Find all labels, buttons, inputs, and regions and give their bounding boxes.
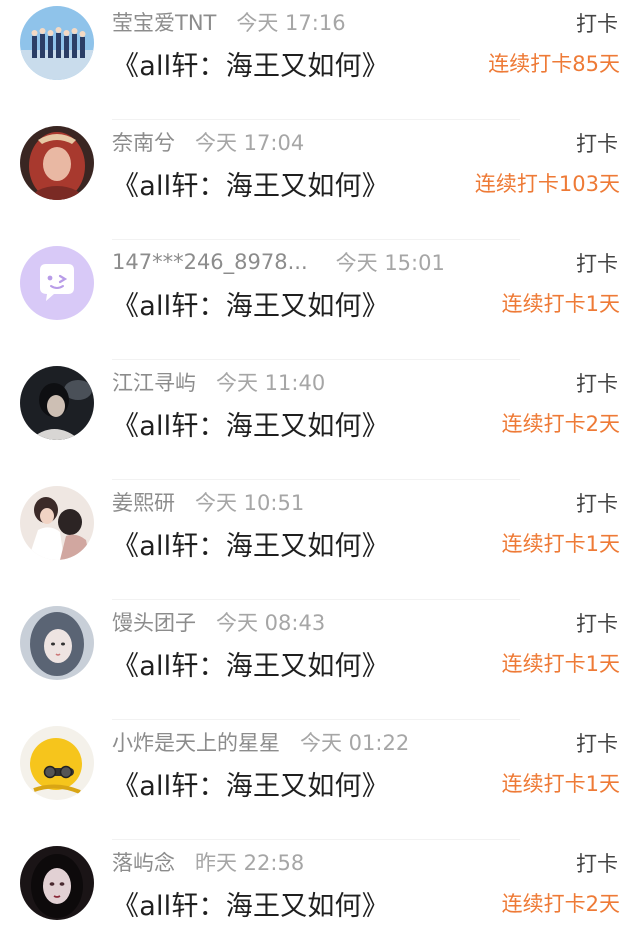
list-item[interactable]: 小炸是天上的星星 今天 01:22 《all轩：海王又如何》 打卡 连续打卡1天 [0, 720, 640, 840]
username[interactable]: 落屿念 [112, 847, 175, 877]
red-hair-girl-avatar[interactable] [20, 126, 94, 200]
timestamp: 今天 01:22 [300, 731, 410, 755]
book-title[interactable]: 《all轩：海王又如何》 [112, 284, 389, 323]
checkin-label: 打卡 [576, 132, 618, 156]
couple-illustration-avatar[interactable] [20, 486, 94, 560]
timestamp: 昨天 22:58 [195, 851, 305, 875]
dark-portrait-avatar[interactable] [20, 366, 94, 440]
book-title[interactable]: 《all轩：海王又如何》 [112, 644, 389, 683]
list-item[interactable]: 奈南兮 今天 17:04 《all轩：海王又如何》 打卡 连续打卡103天 [0, 120, 640, 240]
book-title[interactable]: 《all轩：海王又如何》 [112, 44, 389, 83]
list-item[interactable]: 江江寻屿 今天 11:40 《all轩：海王又如何》 打卡 连续打卡2天 [0, 360, 640, 480]
book-title[interactable]: 《all轩：海王又如何》 [112, 764, 389, 803]
username[interactable]: 姜熙研 [112, 487, 175, 517]
group-photo-avatar[interactable] [20, 6, 94, 80]
timestamp: 今天 15:01 [335, 251, 445, 275]
streak-count: 连续打卡2天 [501, 892, 620, 916]
checkin-label: 打卡 [576, 492, 618, 516]
item-meta: 落屿念 昨天 22:58 [112, 846, 304, 878]
streak-count: 连续打卡1天 [501, 772, 620, 796]
username[interactable]: 奈南兮 [112, 127, 175, 157]
book-title[interactable]: 《all轩：海王又如何》 [112, 884, 389, 923]
list-item[interactable]: 莹宝爱TNT 今天 17:16 《all轩：海王又如何》 打卡 连续打卡85天 [0, 0, 640, 120]
streak-count: 连续打卡2天 [501, 412, 620, 436]
timestamp: 今天 08:43 [216, 611, 326, 635]
list-item[interactable]: 馒头团子 今天 08:43 《all轩：海王又如何》 打卡 连续打卡1天 [0, 600, 640, 720]
default-chat-avatar[interactable] [20, 246, 94, 320]
item-meta: 小炸是天上的星星 今天 01:22 [112, 726, 409, 758]
streak-count: 连续打卡103天 [474, 172, 620, 196]
timestamp: 今天 17:04 [195, 131, 305, 155]
username[interactable]: 馒头团子 [112, 607, 196, 637]
book-title[interactable]: 《all轩：海王又如何》 [112, 404, 389, 443]
book-title[interactable]: 《all轩：海王又如何》 [112, 524, 389, 563]
checkin-list: 莹宝爱TNT 今天 17:16 《all轩：海王又如何》 打卡 连续打卡85天 … [0, 0, 640, 942]
item-meta: 莹宝爱TNT 今天 17:16 [112, 6, 346, 38]
username[interactable]: 江江寻屿 [112, 367, 196, 397]
streak-count: 连续打卡1天 [501, 652, 620, 676]
list-item[interactable]: 姜熙研 今天 10:51 《all轩：海王又如何》 打卡 连续打卡1天 [0, 480, 640, 600]
checkin-label: 打卡 [576, 12, 618, 36]
username[interactable]: 莹宝爱TNT [112, 7, 216, 37]
item-meta: 147***246_8978... 今天 15:01 [112, 246, 445, 278]
list-item[interactable]: 147***246_8978... 今天 15:01 《all轩：海王又如何》 … [0, 240, 640, 360]
username[interactable]: 147***246_8978... [112, 250, 308, 274]
username[interactable]: 小炸是天上的星星 [112, 727, 280, 757]
gothic-girl-avatar[interactable] [20, 846, 94, 920]
checkin-label: 打卡 [576, 852, 618, 876]
streak-count: 连续打卡85天 [488, 52, 620, 76]
checkin-label: 打卡 [576, 612, 618, 636]
item-meta: 姜熙研 今天 10:51 [112, 486, 304, 518]
timestamp: 今天 17:16 [236, 11, 346, 35]
yellow-chick-avatar[interactable] [20, 726, 94, 800]
checkin-label: 打卡 [576, 252, 618, 276]
timestamp: 今天 11:40 [216, 371, 326, 395]
checkin-label: 打卡 [576, 372, 618, 396]
item-meta: 馒头团子 今天 08:43 [112, 606, 325, 638]
checkin-label: 打卡 [576, 732, 618, 756]
item-meta: 江江寻屿 今天 11:40 [112, 366, 325, 398]
book-title[interactable]: 《all轩：海王又如何》 [112, 164, 389, 203]
streak-count: 连续打卡1天 [501, 532, 620, 556]
anime-girl-avatar[interactable] [20, 606, 94, 680]
streak-count: 连续打卡1天 [501, 292, 620, 316]
timestamp: 今天 10:51 [195, 491, 305, 515]
list-item[interactable]: 落屿念 昨天 22:58 《all轩：海王又如何》 打卡 连续打卡2天 [0, 840, 640, 942]
item-meta: 奈南兮 今天 17:04 [112, 126, 304, 158]
